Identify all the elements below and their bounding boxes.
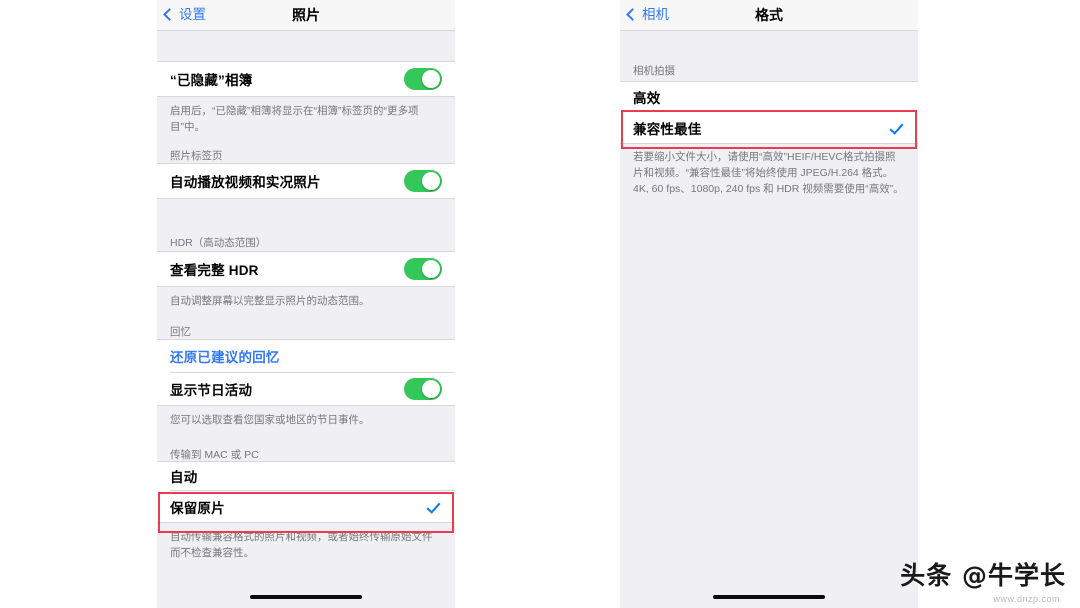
- memories-section-header: 回忆: [157, 320, 455, 339]
- hdr-section-header: HDR（高动态范围）: [157, 231, 455, 251]
- right-phone-screen: 相机 格式 相机拍摄 高效 兼容性最佳 若要缩小文件大小，请使用“高效”HEIF…: [620, 0, 918, 608]
- view-full-hdr-toggle[interactable]: [404, 258, 442, 280]
- chevron-left-icon: [163, 8, 176, 21]
- row-high-efficiency-label: 高效: [633, 90, 661, 106]
- most-compatible-check-icon: [889, 120, 905, 136]
- hidden-album-toggle[interactable]: [404, 68, 442, 90]
- toggle-knob: [421, 171, 441, 191]
- back-to-camera-button[interactable]: 相机: [620, 8, 669, 22]
- memories-group: 还原已建议的回忆 显示节日活动: [157, 339, 455, 406]
- row-view-full-hdr-label: 查看完整 HDR: [170, 263, 259, 278]
- camera-capture-section-header: 相机拍摄: [620, 59, 918, 81]
- watermark-text: 头条 @牛学长: [900, 561, 1066, 590]
- row-most-compatible[interactable]: 兼容性最佳: [620, 112, 918, 143]
- row-keep-originals-label: 保留原片: [170, 500, 225, 516]
- hidden-album-note: 启用后，“已隐藏”相簿将显示在“相簿”标签页的“更多项目”中。: [157, 97, 455, 144]
- row-holiday-events-label: 显示节日活动: [170, 383, 253, 398]
- row-restore-memories[interactable]: 还原已建议的回忆: [157, 340, 455, 372]
- home-indicator: [250, 595, 362, 599]
- chevron-left-icon: [626, 8, 639, 21]
- holiday-events-toggle[interactable]: [404, 378, 442, 400]
- autoplay-group: 自动播放视频和实况照片: [157, 163, 455, 199]
- row-autoplay-label: 自动播放视频和实况照片: [170, 175, 321, 190]
- row-keep-originals[interactable]: 保留原片: [157, 491, 455, 522]
- top-spacer: [157, 31, 455, 61]
- row-hidden-album[interactable]: “已隐藏”相簿: [157, 62, 455, 96]
- transfer-note: 自动传输兼容格式的照片和视频，或者始终传输原始文件而不检查兼容性。: [157, 523, 455, 559]
- hidden-album-group: “已隐藏”相簿: [157, 61, 455, 97]
- row-hidden-album-label: “已隐藏”相簿: [170, 73, 253, 88]
- transfer-section-header: 传输到 MAC 或 PC: [157, 439, 455, 461]
- row-high-efficiency[interactable]: 高效: [620, 82, 918, 111]
- toggle-knob: [421, 259, 441, 279]
- row-automatic-label: 自动: [170, 470, 198, 485]
- watermark-subtext: www.dnzp.com: [993, 594, 1060, 604]
- toggle-knob: [421, 379, 441, 399]
- back-to-settings-button[interactable]: 设置: [157, 8, 206, 22]
- transfer-group: 自动 保留原片: [157, 461, 455, 523]
- hdr-group: 查看完整 HDR: [157, 251, 455, 287]
- right-navbar: 相机 格式: [620, 0, 918, 31]
- keep-originals-check-icon: [426, 499, 442, 515]
- hdr-note: 自动调整屏幕以完整显示照片的动态范围。: [157, 287, 455, 320]
- row-most-compatible-label: 兼容性最佳: [633, 121, 702, 137]
- spacer-hdr: [157, 199, 455, 231]
- row-restore-memories-label: 还原已建议的回忆: [170, 350, 280, 365]
- row-holiday-events[interactable]: 显示节日活动: [157, 373, 455, 405]
- toggle-knob: [421, 69, 441, 89]
- photos-tab-section-header: 照片标签页: [157, 144, 455, 163]
- top-spacer: [620, 31, 918, 59]
- back-label: 相机: [642, 7, 669, 23]
- home-indicator: [713, 595, 825, 599]
- row-autoplay[interactable]: 自动播放视频和实况照片: [157, 164, 455, 198]
- left-phone-screen: 设置 照片 “已隐藏”相簿 启用后，“已隐藏”相簿将显示在“相簿”标签页的“更多…: [157, 0, 455, 608]
- format-note: 若要缩小文件大小，请使用“高效”HEIF/HEVC格式拍摄照片和视频。“兼容性最…: [620, 144, 918, 204]
- left-navbar: 设置 照片: [157, 0, 455, 31]
- back-label: 设置: [179, 7, 206, 23]
- format-options-group: 高效 兼容性最佳: [620, 81, 918, 144]
- row-view-full-hdr[interactable]: 查看完整 HDR: [157, 252, 455, 286]
- holiday-note: 您可以选取查看您国家或地区的节日事件。: [157, 406, 455, 439]
- row-automatic[interactable]: 自动: [157, 462, 455, 490]
- autoplay-toggle[interactable]: [404, 170, 442, 192]
